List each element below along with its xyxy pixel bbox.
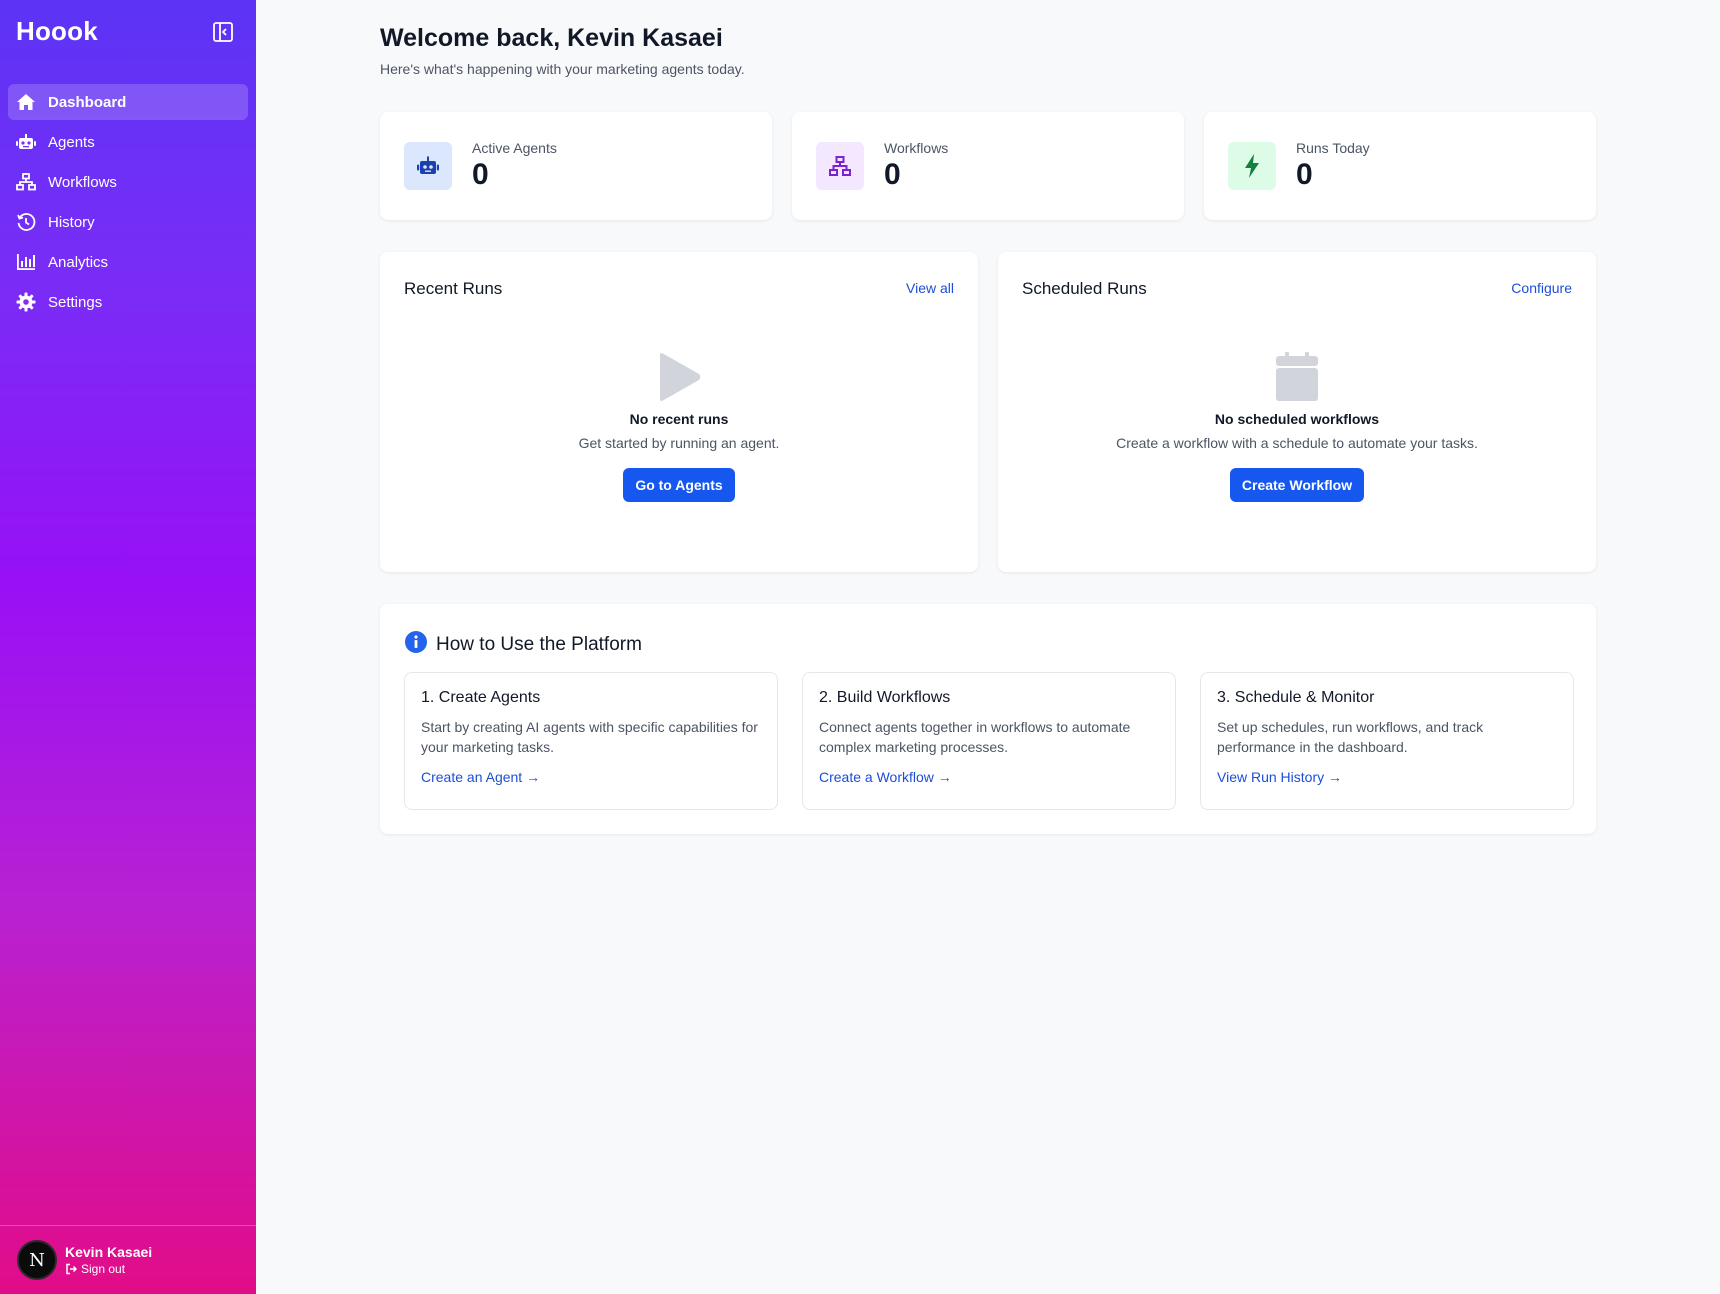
step-card-schedule-monitor: 3. Schedule & Monitor Set up schedules, … <box>1200 672 1574 810</box>
stat-label: Active Agents <box>472 140 557 156</box>
stat-value: 0 <box>884 158 901 191</box>
empty-title: No recent runs <box>629 411 729 427</box>
scheduled-runs-panel: Scheduled Runs Configure No scheduled wo… <box>998 252 1596 572</box>
step-description: Set up schedules, run workflows, and tra… <box>1217 719 1484 755</box>
sidebar-item-history[interactable]: History <box>8 204 248 240</box>
empty-subtitle: Get started by running an agent. <box>578 435 780 451</box>
stat-value: 0 <box>1296 158 1313 191</box>
sidebar: Hoook Dashboard Agents Workflows History… <box>0 0 256 1294</box>
brand-logo[interactable]: Hoook <box>16 16 98 47</box>
runs-panels: Recent Runs View all No recent runs Get … <box>380 252 1596 572</box>
step-description: Start by creating AI agents with specifi… <box>421 719 758 755</box>
sidebar-item-label: Dashboard <box>48 93 127 111</box>
empty-state: No scheduled workflows Create a workflow… <box>998 352 1596 502</box>
step-title: 1. Create Agents <box>421 689 541 706</box>
sidebar-item-workflows[interactable]: Workflows <box>8 164 248 200</box>
step-description: Connect agents together in workflows to … <box>819 719 1131 755</box>
platform-guide: How to Use the Platform 1. Create Agents… <box>380 604 1596 834</box>
bar-chart-icon <box>16 252 36 272</box>
sitemap-icon <box>16 172 36 192</box>
calendar-icon <box>998 352 1596 402</box>
view-run-history-link[interactable]: View Run History → <box>1217 769 1342 785</box>
sitemap-icon <box>816 142 864 190</box>
avatar[interactable]: N <box>17 1240 57 1280</box>
stat-label: Runs Today <box>1296 140 1370 156</box>
home-icon <box>16 92 36 112</box>
create-agent-link[interactable]: Create an Agent → <box>421 769 540 785</box>
sign-out-icon <box>66 1263 77 1275</box>
create-workflow-button[interactable]: Create Workflow <box>1229 468 1365 502</box>
sidebar-item-settings[interactable]: Settings <box>8 284 248 320</box>
sidebar-item-label: Analytics <box>48 253 109 271</box>
step-card-create-agents: 1. Create Agents Start by creating AI ag… <box>404 672 778 810</box>
gear-icon <box>16 292 36 312</box>
panel-title: Recent Runs <box>404 279 503 298</box>
sidebar-item-dashboard[interactable]: Dashboard <box>8 84 248 120</box>
user-name: Kevin Kasaei <box>65 1244 153 1260</box>
robot-icon <box>16 132 36 152</box>
stat-card-workflows: Workflows 0 <box>792 112 1184 220</box>
sidebar-item-label: History <box>48 213 95 231</box>
go-to-agents-button[interactable]: Go to Agents <box>623 468 735 502</box>
sidebar-item-agents[interactable]: Agents <box>8 124 248 160</box>
stat-label: Workflows <box>884 140 949 156</box>
play-icon <box>380 352 978 402</box>
page-subtitle: Here's what's happening with your market… <box>380 61 745 77</box>
page-title: Welcome back, Kevin Kasaei <box>380 24 723 52</box>
configure-link[interactable]: Configure <box>1511 280 1572 296</box>
step-card-build-workflows: 2. Build Workflows Connect agents togeth… <box>802 672 1176 810</box>
create-workflow-link[interactable]: Create a Workflow → <box>819 769 952 785</box>
history-icon <box>16 212 36 232</box>
stat-card-active-agents: Active Agents 0 <box>380 112 772 220</box>
sign-out-link[interactable]: Sign out <box>65 1262 152 1276</box>
sidebar-item-analytics[interactable]: Analytics <box>8 244 248 280</box>
user-profile: N Kevin Kasaei Sign out <box>0 1225 256 1294</box>
empty-state: No recent runs Get started by running an… <box>380 352 978 502</box>
stat-card-runs-today: Runs Today 0 <box>1204 112 1596 220</box>
stats-row: Active Agents 0 Workflows 0 Runs Today 0 <box>380 112 1596 220</box>
sign-out-label: Sign out <box>81 1262 126 1276</box>
recent-runs-panel: Recent Runs View all No recent runs Get … <box>380 252 978 572</box>
sidebar-item-label: Settings <box>48 293 103 311</box>
stat-value: 0 <box>472 158 489 191</box>
empty-subtitle: Create a workflow with a schedule to aut… <box>1116 435 1478 451</box>
info-icon <box>404 630 428 659</box>
sidebar-nav: Dashboard Agents Workflows History Analy… <box>8 84 248 324</box>
step-title: 3. Schedule & Monitor <box>1217 689 1375 706</box>
view-all-link[interactable]: View all <box>906 280 954 296</box>
sidebar-item-label: Workflows <box>48 173 117 191</box>
step-title: 2. Build Workflows <box>819 689 951 706</box>
sidebar-item-label: Agents <box>48 133 95 151</box>
bolt-icon <box>1228 142 1276 190</box>
robot-icon <box>404 142 452 190</box>
guide-title: How to Use the Platform <box>436 633 642 655</box>
sidebar-collapse-icon[interactable] <box>212 21 234 43</box>
empty-title: No scheduled workflows <box>1214 411 1380 427</box>
panel-title: Scheduled Runs <box>1022 279 1147 298</box>
